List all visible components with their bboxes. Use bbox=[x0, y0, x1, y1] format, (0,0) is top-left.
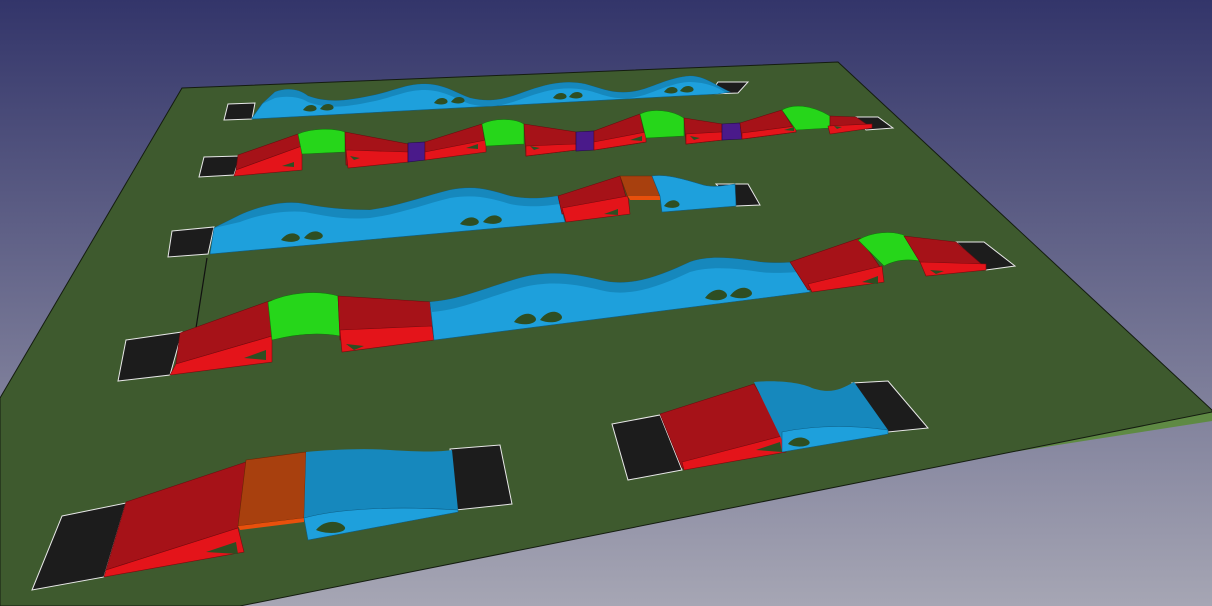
green-hump bbox=[267, 292, 341, 341]
purple-block bbox=[407, 141, 426, 163]
green-hump bbox=[481, 119, 525, 147]
orange-block-side bbox=[628, 196, 660, 200]
scene-canvas[interactable] bbox=[0, 0, 1212, 606]
pad bbox=[223, 102, 256, 121]
3d-viewport[interactable] bbox=[0, 0, 1212, 606]
orange-block-top bbox=[237, 451, 307, 527]
green-hump bbox=[297, 128, 346, 155]
green-hump bbox=[639, 110, 685, 139]
pad bbox=[167, 226, 215, 258]
purple-block bbox=[721, 122, 743, 141]
pad bbox=[198, 155, 241, 178]
purple-block bbox=[575, 130, 595, 152]
